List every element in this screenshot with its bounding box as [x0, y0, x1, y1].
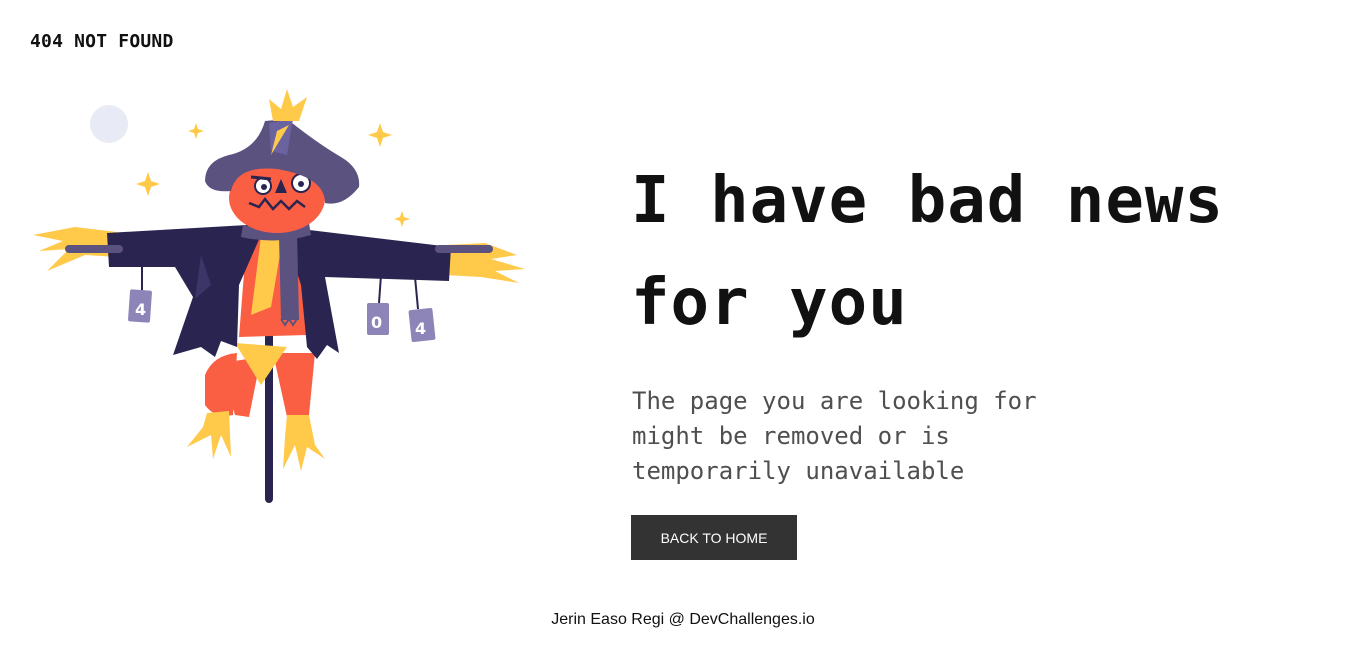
can-4-right: 4	[408, 276, 436, 342]
sparkle-icon	[394, 211, 410, 227]
sparkle-icon	[188, 123, 204, 139]
can-0: 0	[367, 274, 389, 335]
scarecrow-illustration: 4 0 4	[33, 89, 525, 503]
footer-credit: Jerin Easo Regi @ DevChallenges.io	[551, 611, 815, 628]
sparkle-icon	[136, 172, 160, 196]
error-message: The page you are looking for might be re…	[632, 387, 1037, 485]
can-label: 4	[415, 319, 426, 338]
sparkle-icon	[368, 123, 392, 147]
straw-foot-left	[187, 411, 231, 459]
straw-foot-right	[283, 415, 325, 471]
back-to-home-button[interactable]: BACK TO HOME	[631, 515, 797, 560]
can-4-left: 4	[128, 267, 152, 323]
moon-circle	[90, 105, 128, 143]
can-label: 0	[371, 313, 382, 332]
straw-hat-top	[269, 89, 307, 121]
can-label: 4	[135, 300, 146, 319]
site-logo-text: 404 NOT FOUND	[30, 31, 174, 52]
page-title: I have bad news for you	[631, 164, 1224, 340]
